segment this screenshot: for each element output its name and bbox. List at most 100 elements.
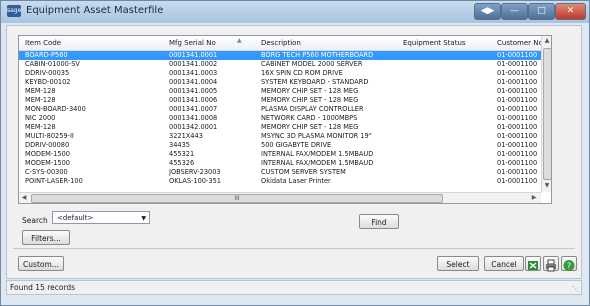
table-cell: OKLAS-100-351	[169, 177, 221, 185]
table-cell: 0001341.0001	[169, 51, 218, 59]
table-row[interactable]: MULTI-80259-II 3221X443 MSYNC 3D PLASMA MO…	[19, 132, 541, 141]
table-cell	[403, 150, 495, 159]
vertical-scroll-thumb[interactable]	[543, 48, 551, 180]
table-cell: Okidata Laser Printer	[261, 177, 331, 185]
search-dropdown-value: <default>	[57, 214, 94, 222]
table-cell	[403, 87, 495, 96]
table-cell: MODEM-1500	[25, 150, 70, 158]
search-dropdown[interactable]: <default> ▼	[52, 211, 150, 224]
custom-button[interactable]: Custom...	[18, 256, 64, 271]
table-cell	[403, 60, 495, 69]
find-button[interactable]: Find	[359, 214, 399, 229]
table-cell: NIC 2000	[25, 114, 56, 122]
resize-grip-icon[interactable]: ⋱	[572, 285, 579, 293]
scroll-right-icon[interactable]: ▶	[529, 194, 539, 201]
table-cell: 01-0001100	[497, 159, 538, 167]
horizontal-scroll-thumb[interactable]: III	[31, 194, 443, 203]
table-cell: MODEM-1500	[25, 159, 70, 167]
help-button[interactable]: ?	[561, 256, 577, 271]
table-cell	[403, 132, 495, 141]
table-cell	[403, 96, 495, 105]
table-cell: SYSTEM KEYBOARD - STANDARD	[261, 78, 369, 86]
table-cell: 01-0001100	[497, 60, 538, 68]
table-row[interactable]: MEM-128 0001341.0006 MEMORY CHIP SET - 128…	[19, 96, 541, 105]
table-cell: MEMORY CHIP SET - 128 MEG	[261, 87, 359, 95]
nav-arrows-button[interactable]: ◀▶	[474, 3, 501, 20]
table-row[interactable]: C-SYS-00300 JOBSERV-23003 CUSTOM SERVER SY…	[19, 168, 541, 177]
chevron-down-icon[interactable]: ▼	[141, 212, 146, 225]
table-cell	[403, 69, 495, 78]
table-cell: 16X SPIN CD ROM DRIVE	[261, 69, 343, 77]
table-cell: BOARD-P560	[25, 51, 68, 59]
table-cell: 01-0001100	[497, 51, 538, 59]
minimize-button[interactable]: —	[501, 3, 528, 20]
records-grid[interactable]: Item Code Mfg Serial No ▲ Description Eq…	[18, 35, 552, 204]
column-header-equipment-status[interactable]: Equipment Status	[403, 36, 495, 50]
table-cell: MEMORY CHIP SET - 128 MEG	[261, 96, 359, 104]
table-cell	[403, 123, 495, 132]
table-cell: JOBSERV-23003	[169, 168, 221, 176]
scroll-up-icon[interactable]: ▲	[542, 37, 551, 44]
close-button[interactable]: ✕	[555, 3, 586, 20]
table-row[interactable]: MEM-128 0001342.0001 MEMORY CHIP SET - 128…	[19, 123, 541, 132]
scroll-left-icon[interactable]: ◀	[19, 194, 29, 201]
table-cell: 01-0001100	[497, 87, 538, 95]
table-cell: KEYBD-00102	[25, 78, 71, 86]
column-header-serial-no[interactable]: Mfg Serial No	[169, 36, 237, 50]
table-cell	[403, 105, 495, 114]
table-cell: 01-0001100	[497, 150, 538, 158]
horizontal-scrollbar[interactable]: ◀ III ▶	[19, 192, 541, 203]
filters-button[interactable]: Filters...	[22, 230, 70, 245]
table-cell	[403, 141, 495, 150]
table-cell: 01-0001100	[497, 168, 538, 176]
column-header-item-code[interactable]: Item Code	[25, 36, 165, 50]
table-cell: INTERNAL FAX/MODEM 1.5MBAUD	[261, 150, 374, 158]
table-row[interactable]: MODEM-1500 455321 INTERNAL FAX/MODEM 1.5MB…	[19, 150, 541, 159]
export-button[interactable]	[525, 256, 541, 271]
table-row[interactable]: CABIN-01000-SV 0001341.0002 CABINET MODEL …	[19, 60, 541, 69]
table-cell: 01-0001100	[497, 78, 538, 86]
table-cell: 455326	[169, 159, 195, 167]
maximize-button[interactable]: □	[528, 3, 555, 20]
scroll-down-icon[interactable]: ▼	[542, 182, 551, 189]
table-cell: 500 GIGABYTE DRIVE	[261, 141, 332, 149]
svg-text:?: ?	[567, 261, 571, 270]
table-cell: C-SYS-00300	[25, 168, 68, 176]
table-cell: 01-0001100	[497, 177, 538, 185]
table-row[interactable]: BOARD-P560 0001341.0001 BORG TECH P560 MOT…	[19, 51, 541, 60]
cancel-button[interactable]: Cancel	[484, 256, 524, 271]
table-cell: 0001341.0002	[169, 60, 218, 68]
print-button[interactable]	[543, 256, 559, 272]
table-cell: CABINET MODEL 2000 SERVER	[261, 60, 363, 68]
table-cell: PLASMA DISPLAY CONTROLLER	[261, 105, 364, 113]
table-cell: 01-0001100	[497, 105, 538, 113]
table-cell: 01-0001100	[497, 96, 538, 104]
table-row[interactable]: POINT-LASER-100 OKLAS-100-351 Okidata Lase…	[19, 177, 541, 186]
printer-icon	[546, 259, 556, 272]
table-cell	[403, 51, 495, 60]
column-header-description[interactable]: Description	[261, 36, 401, 50]
column-header-customer-no[interactable]: Customer No	[497, 36, 541, 50]
table-row[interactable]: MON-BOARD-3400 0001341.0007 PLASMA DISPLAY…	[19, 105, 541, 114]
table-row[interactable]: DDRIV-00035 0001341.0003 16X SPIN CD ROM D…	[19, 69, 541, 78]
table-cell	[403, 78, 495, 87]
title-bar[interactable]: sage Equipment Asset Masterfile ◀▶ — □ ✕	[1, 1, 589, 23]
table-row[interactable]: MODEM-1500 455326 INTERNAL FAX/MODEM 1.5MB…	[19, 159, 541, 168]
table-cell	[403, 168, 495, 177]
vertical-scrollbar[interactable]: ▲ ▼	[541, 36, 551, 192]
table-cell: 01-0001100	[497, 69, 538, 77]
table-cell: 0001341.0004	[169, 78, 218, 86]
table-cell: INTERNAL FAX/MODEM 1.5MBAUD	[261, 159, 374, 167]
table-cell: 01-0001100	[497, 123, 538, 131]
table-cell: 0001341.0005	[169, 87, 218, 95]
excel-export-icon	[528, 261, 538, 270]
table-row[interactable]: MEM-128 0001341.0005 MEMORY CHIP SET - 128…	[19, 87, 541, 96]
select-button[interactable]: Select	[437, 256, 479, 271]
table-row[interactable]: KEYBD-00102 0001341.0004 SYSTEM KEYBOARD -…	[19, 78, 541, 87]
table-cell: MEM-128	[25, 96, 56, 104]
table-row[interactable]: DDRIV-00080 34435 500 GIGABYTE DRIVE 01-000…	[19, 141, 541, 150]
divider	[13, 248, 575, 249]
table-cell: DDRIV-00080	[25, 141, 70, 149]
table-cell	[403, 177, 495, 186]
table-row[interactable]: NIC 2000 0001341.0008 NETWORK CARD - 1000M…	[19, 114, 541, 123]
